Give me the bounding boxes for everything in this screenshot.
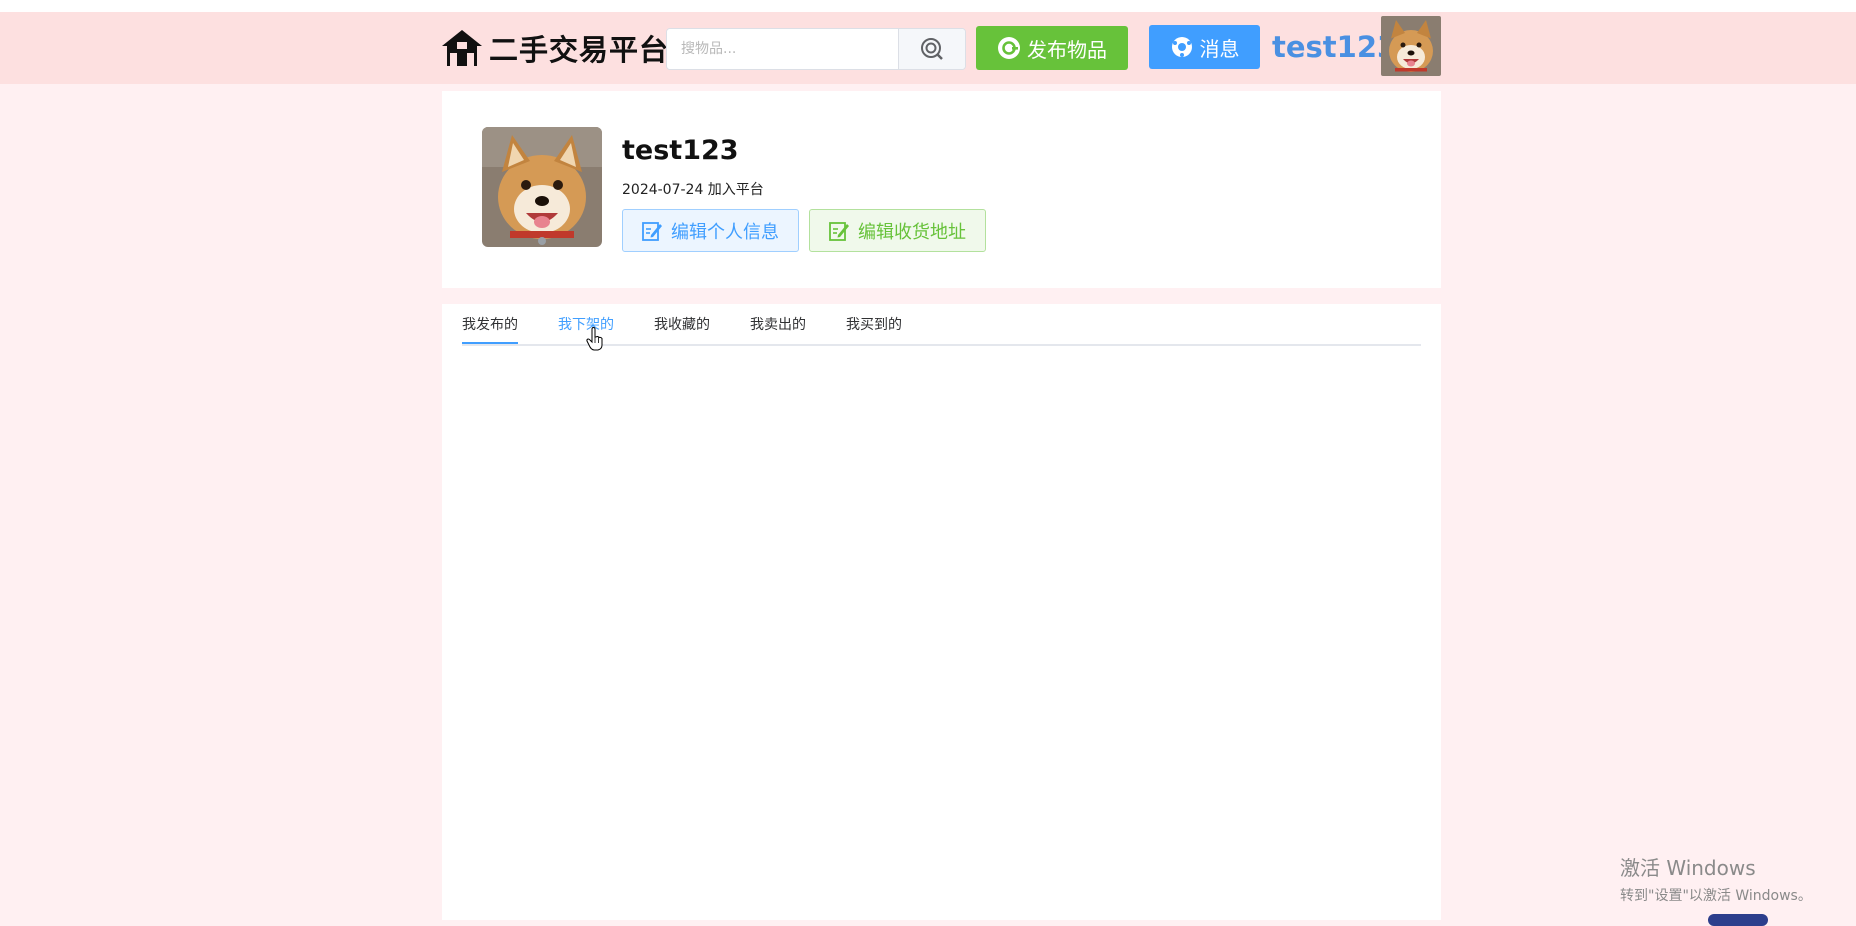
top-header: 二手交易平台 发布物品 消息 test123: [0, 12, 1856, 84]
dog-avatar-image: [482, 127, 602, 247]
profile-card: test123 2024-07-24 加入平台 编辑个人信息 编辑收货地址: [442, 91, 1441, 288]
tabs-panel: 我发布的 我下架的 我收藏的 我卖出的 我买到的: [442, 304, 1441, 920]
edit-profile-label: 编辑个人信息: [671, 221, 779, 243]
tab-bar: 我发布的 我下架的 我收藏的 我卖出的 我买到的: [462, 304, 1421, 346]
search-input[interactable]: [667, 29, 897, 69]
taskbar-corner-element: [1708, 914, 1768, 926]
search-button[interactable]: [898, 29, 965, 69]
site-title: 二手交易平台: [489, 33, 670, 67]
edit-icon: [642, 221, 662, 241]
profile-join-date: 2024-07-24 加入平台: [622, 182, 764, 198]
site-logo[interactable]: 二手交易平台: [441, 22, 669, 74]
dog-avatar-image: [1381, 16, 1441, 76]
edit-icon: [829, 221, 849, 241]
messages-button[interactable]: 消息: [1149, 25, 1260, 69]
publish-item-label: 发布物品: [1027, 37, 1107, 62]
hand-cursor-icon: [586, 327, 603, 351]
windows-activation-watermark: 激活 Windows 转到"设置"以激活 Windows。: [1620, 852, 1812, 905]
edit-profile-button[interactable]: 编辑个人信息: [622, 209, 799, 252]
watermark-line-2: 转到"设置"以激活 Windows。: [1620, 888, 1812, 904]
tab-my-bought[interactable]: 我买到的: [846, 314, 902, 334]
tab-my-sold[interactable]: 我卖出的: [750, 314, 806, 334]
tab-my-favorites[interactable]: 我收藏的: [654, 314, 710, 334]
tab-my-published[interactable]: 我发布的: [462, 314, 518, 334]
publish-item-button[interactable]: 发布物品: [976, 26, 1128, 70]
messages-label: 消息: [1199, 36, 1240, 61]
header-username[interactable]: test123: [1272, 30, 1397, 64]
chat-icon: [1171, 37, 1192, 57]
search-box: [666, 28, 966, 70]
profile-avatar: [482, 127, 602, 247]
search-icon: [921, 38, 943, 60]
edit-address-button[interactable]: 编辑收货地址: [809, 209, 986, 252]
watermark-line-1: 激活 Windows: [1620, 856, 1756, 880]
edit-address-label: 编辑收货地址: [858, 221, 966, 243]
house-icon: [442, 30, 482, 66]
profile-username: test123: [622, 135, 739, 166]
header-avatar[interactable]: [1381, 16, 1441, 76]
add-circle-icon: [998, 37, 1020, 59]
active-tab-indicator: [462, 342, 518, 344]
